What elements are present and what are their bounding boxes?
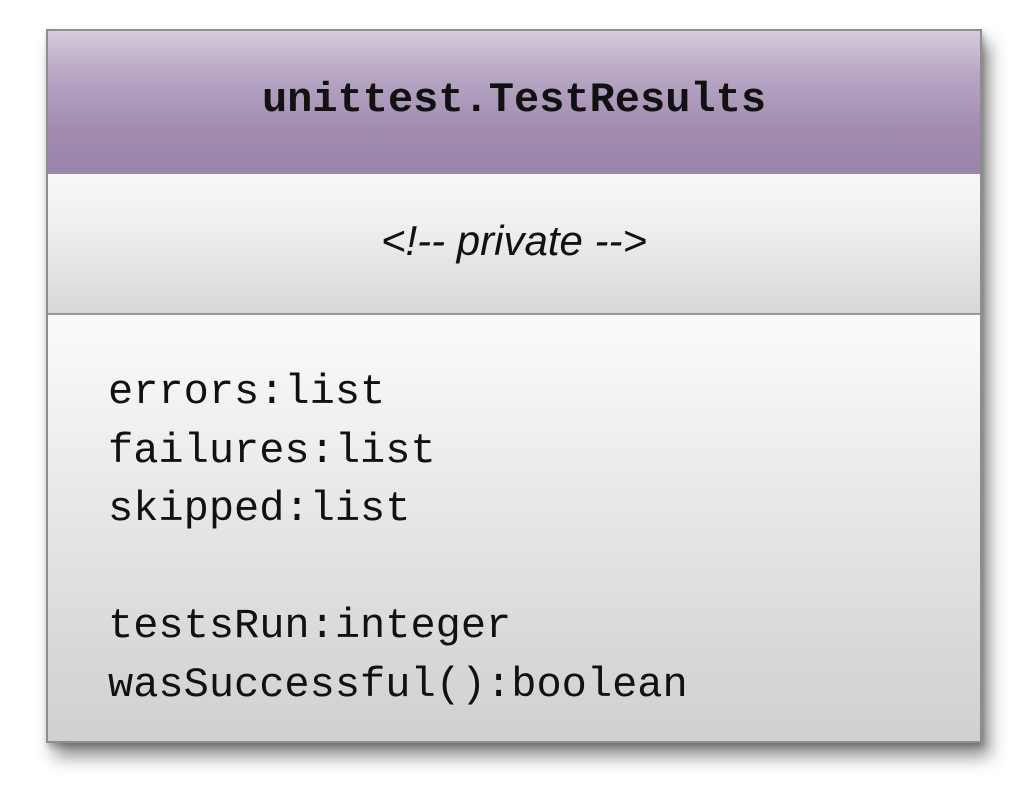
member-list: errors:list failures:list skipped:list t…: [108, 363, 688, 714]
class-header: unittest.TestResults: [48, 31, 980, 174]
member-tests-run: testsRun:integer: [108, 602, 512, 650]
diagram-canvas: unittest.TestResults <!-- private --> er…: [0, 0, 1030, 809]
member-spacer: [108, 539, 688, 598]
class-name: unittest.TestResults: [261, 75, 767, 124]
members-section: errors:list failures:list skipped:list t…: [48, 315, 980, 741]
uml-class-box: unittest.TestResults <!-- private --> er…: [46, 29, 982, 743]
member-failures: failures:list: [108, 426, 436, 475]
member-errors: errors:list: [108, 368, 386, 416]
private-comment: <!-- private -->: [380, 216, 648, 264]
member-was-successful: wasSuccessful():boolean: [108, 660, 688, 709]
member-skipped: skipped:list: [108, 485, 411, 533]
private-section: <!-- private -->: [48, 174, 980, 315]
